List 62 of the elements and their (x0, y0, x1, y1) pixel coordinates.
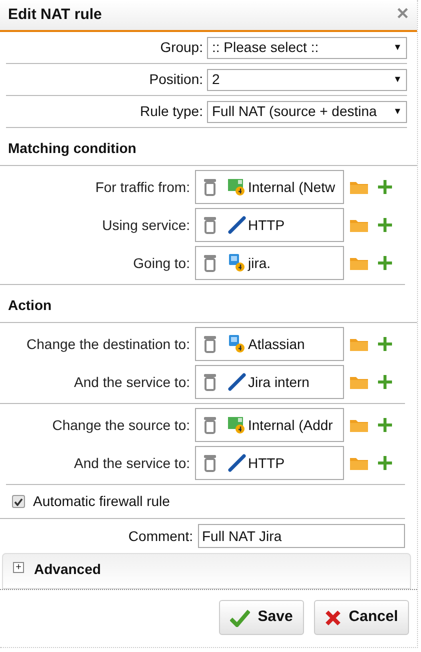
trash-icon[interactable] (204, 373, 216, 391)
object-field[interactable]: Atlassian (195, 327, 344, 361)
network-icon (228, 178, 246, 196)
field-label: Position: (148, 70, 204, 89)
network-icon (228, 416, 246, 434)
plug-icon (228, 373, 246, 391)
panel-title: Advanced (34, 560, 101, 579)
plus-icon[interactable] (377, 374, 393, 390)
field-label: Using service: (101, 216, 191, 235)
folder-icon[interactable] (350, 218, 368, 232)
select-field[interactable]: Full NAT (source + destina ▼ (207, 100, 407, 122)
field-label: Rule type: (138, 102, 204, 121)
object-field[interactable]: Internal (Netw (195, 170, 344, 204)
field-label: Comment: (127, 526, 194, 546)
folder-icon[interactable] (350, 375, 368, 389)
folder-icon[interactable] (350, 180, 368, 194)
expand-icon[interactable]: + (13, 562, 24, 573)
trash-icon[interactable] (204, 416, 216, 434)
plus-icon[interactable] (377, 217, 393, 233)
save-button[interactable]: Save (218, 600, 304, 635)
advanced-panel[interactable]: + Advanced (2, 553, 411, 589)
plug-icon (228, 454, 246, 472)
field-label: Going to: (132, 254, 191, 273)
field-label: For traffic from: (94, 178, 191, 196)
plus-icon[interactable] (377, 417, 393, 433)
object-field[interactable]: Jira intern (195, 365, 344, 399)
field-label: Change the source to: (51, 416, 191, 435)
folder-icon[interactable] (350, 456, 368, 470)
host-icon (228, 335, 246, 353)
object-field[interactable]: Internal (Addr (195, 408, 344, 442)
plus-icon[interactable] (377, 336, 393, 352)
object-field[interactable]: jira. (195, 246, 344, 280)
plus-icon[interactable] (377, 455, 393, 471)
folder-icon[interactable] (350, 337, 368, 351)
host-icon (228, 254, 246, 272)
plus-icon[interactable] (377, 255, 393, 271)
field-label: Group: (159, 38, 204, 57)
checkbox[interactable] (12, 495, 25, 508)
field-label: Change the destination to: (26, 334, 191, 354)
checkmark-icon (230, 608, 250, 626)
trash-icon[interactable] (204, 335, 216, 353)
object-field[interactable]: HTTP (195, 446, 344, 480)
select-field[interactable]: 2 ▼ (207, 68, 407, 90)
object-field[interactable]: HTTP (195, 208, 344, 242)
x-icon (324, 610, 341, 626)
section-heading: Matching condition (0, 128, 417, 166)
select-field[interactable]: :: Please select :: ▼ (207, 36, 407, 58)
folder-icon[interactable] (350, 418, 368, 432)
trash-icon[interactable] (204, 178, 216, 196)
section-heading: Action (0, 285, 417, 323)
trash-icon[interactable] (204, 216, 216, 234)
field-label: And the service to: (73, 372, 191, 392)
checkbox-label: Automatic firewall rule (33, 492, 170, 511)
field-label: And the service to: (73, 454, 191, 472)
trash-icon[interactable] (204, 254, 216, 272)
plus-icon[interactable] (377, 179, 393, 195)
cancel-button[interactable]: Cancel (314, 600, 409, 635)
plug-icon (228, 216, 246, 234)
trash-icon[interactable] (204, 454, 216, 472)
window-title: Edit NAT rule (8, 4, 102, 25)
comment-field[interactable]: Full NAT Jira (198, 524, 405, 548)
folder-icon[interactable] (350, 256, 368, 270)
